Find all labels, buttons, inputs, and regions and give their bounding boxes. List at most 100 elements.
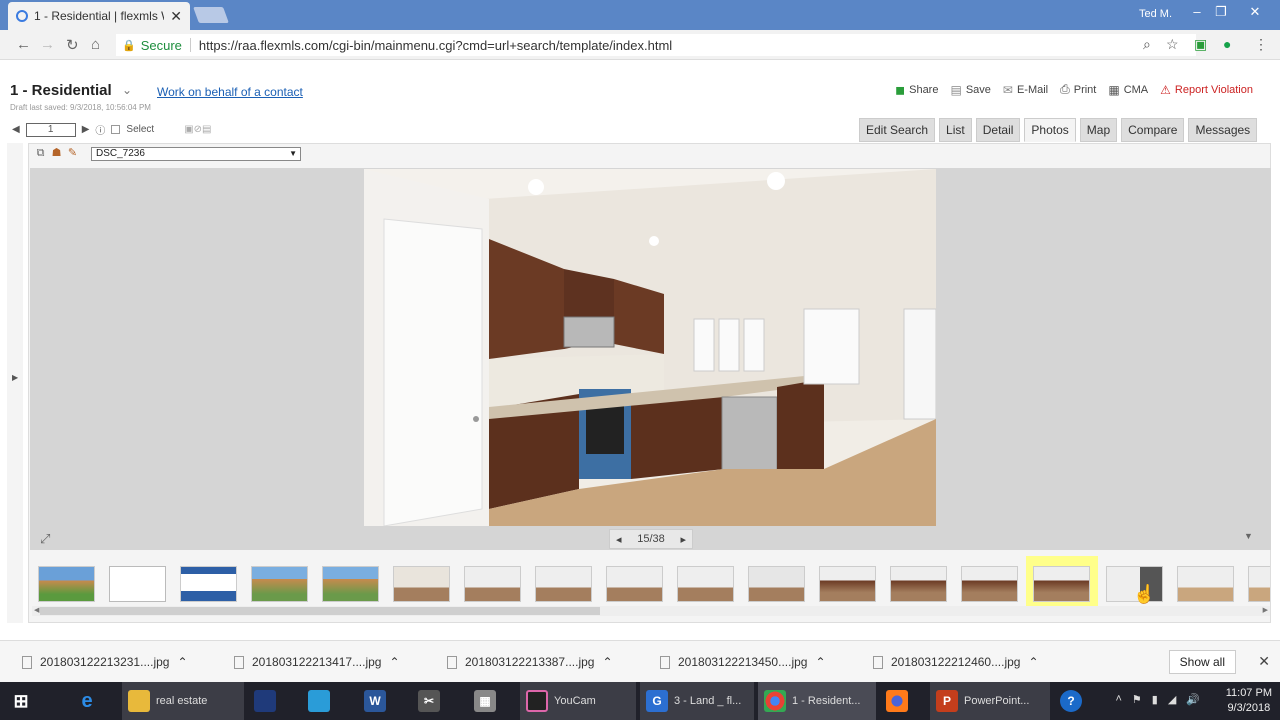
forward-icon[interactable]: → xyxy=(40,36,55,53)
download-item[interactable]: 201803122213450....jpg ⌃ xyxy=(660,655,826,669)
network-icon[interactable]: ▮ xyxy=(1152,693,1158,706)
start-button[interactable]: ⊞ xyxy=(4,682,38,720)
close-window-icon[interactable]: ✕ xyxy=(1244,4,1266,24)
thumbnail[interactable] xyxy=(38,566,95,602)
scroll-right-icon[interactable]: ▶ xyxy=(1263,606,1268,614)
restore-icon[interactable]: ❐ xyxy=(1210,4,1232,24)
taskbar-ie[interactable]: e xyxy=(70,682,104,720)
taskbar-app[interactable]: ✂ xyxy=(412,682,446,720)
back-icon[interactable]: ← xyxy=(16,36,31,53)
chevron-up-icon[interactable]: ⌃ xyxy=(602,655,612,669)
collapse-down-icon[interactable]: ▼ xyxy=(1244,531,1253,541)
show-all-button[interactable]: Show all xyxy=(1168,650,1236,674)
chevron-up-icon[interactable]: ⌃ xyxy=(815,655,825,669)
chevron-up-icon[interactable]: ⌃ xyxy=(177,655,187,669)
taskbar-real-estate[interactable]: real estate xyxy=(122,682,244,720)
tab-detail[interactable]: Detail xyxy=(975,118,1021,142)
prev-record-icon[interactable]: ◀ xyxy=(12,124,20,135)
tab-map[interactable]: Map xyxy=(1079,118,1118,142)
fullscreen-icon[interactable]: ⧉ xyxy=(34,147,47,160)
url-field[interactable]: 🔒 Secure https://raa.flexmls.com/cgi-bin… xyxy=(116,34,1196,56)
thumbnail-active[interactable] xyxy=(1033,566,1090,602)
prev-photo-icon[interactable]: ◂ xyxy=(616,533,622,546)
thumbnail[interactable] xyxy=(109,566,166,602)
collapse-strip[interactable]: ▶ xyxy=(7,143,23,623)
tab-edit-search[interactable]: Edit Search xyxy=(859,118,936,142)
edit-icon[interactable]: ✎ xyxy=(66,147,79,160)
thumbnail[interactable] xyxy=(677,566,734,602)
chevron-up-icon[interactable]: ⌃ xyxy=(389,655,399,669)
download-item[interactable]: 201803122213417....jpg ⌃ xyxy=(234,655,400,669)
download-item[interactable]: 201803122212460....jpg ⌃ xyxy=(873,655,1039,669)
tab-messages[interactable]: Messages xyxy=(1188,118,1258,142)
tab-compare[interactable]: Compare xyxy=(1121,118,1185,142)
menu-icon[interactable]: ⋮ xyxy=(1254,36,1268,53)
new-tab-button[interactable] xyxy=(193,7,229,23)
report-violation-button[interactable]: ⚠ Report Violation xyxy=(1160,82,1253,97)
expand-icon[interactable]: ⤢ xyxy=(40,531,50,547)
select-checkbox[interactable] xyxy=(111,125,121,134)
download-item[interactable]: 201803122213231....jpg ⌃ xyxy=(22,655,188,669)
home-icon[interactable]: ⌂ xyxy=(91,36,100,53)
email-button[interactable]: ✉ E-Mail xyxy=(1003,82,1048,97)
photo-select[interactable]: DSC_7236 ▼ xyxy=(91,147,301,161)
scroll-left-icon[interactable]: ◀ xyxy=(34,606,39,614)
thumbnail[interactable] xyxy=(961,566,1018,602)
taskbar-land[interactable]: G 3 - Land _ fl... xyxy=(640,682,754,720)
taskbar-app[interactable] xyxy=(302,682,336,720)
tab-photos[interactable]: Photos xyxy=(1024,118,1076,142)
close-tab-icon[interactable]: ✕ xyxy=(170,8,182,25)
reload-icon[interactable]: ↻ xyxy=(66,36,79,54)
taskbar-youcam[interactable]: YouCam xyxy=(520,682,636,720)
thumbnail[interactable] xyxy=(464,566,521,602)
taskbar-word[interactable]: W xyxy=(358,682,392,720)
save-button[interactable]: ▤ Save xyxy=(950,82,990,97)
thumbnail[interactable] xyxy=(606,566,663,602)
record-number-input[interactable]: 1 xyxy=(25,122,76,137)
thumbnail[interactable] xyxy=(393,566,450,602)
thumbnail[interactable] xyxy=(535,566,592,602)
thumbnail[interactable] xyxy=(322,566,379,602)
flag-icon[interactable]: ⚑ xyxy=(1132,693,1142,706)
extension-icon[interactable]: ▣ xyxy=(1194,36,1207,53)
info-icon[interactable]: ⓘ xyxy=(95,122,105,137)
close-downloads-icon[interactable]: ✕ xyxy=(1258,653,1270,670)
minimize-icon[interactable]: – xyxy=(1186,4,1208,24)
profile-name[interactable]: Ted M. xyxy=(1139,8,1172,20)
thumbnail[interactable] xyxy=(890,566,947,602)
zoom-icon[interactable]: ⌕ xyxy=(1143,36,1151,53)
thumbnail[interactable] xyxy=(819,566,876,602)
tab-list[interactable]: List xyxy=(939,118,972,142)
thumbnail[interactable] xyxy=(1248,566,1270,602)
tray-expand-icon[interactable]: ˄ xyxy=(1115,693,1121,706)
print-button[interactable]: ⎙ Print xyxy=(1060,82,1096,97)
chevron-down-icon[interactable]: ⌄ xyxy=(122,83,132,97)
person-icon[interactable]: ☗ xyxy=(50,147,63,160)
thumbnail[interactable] xyxy=(251,566,308,602)
next-record-icon[interactable]: ▶ xyxy=(82,124,90,135)
clock[interactable]: 11:07 PM 9/3/2018 xyxy=(1226,686,1272,716)
volume-icon[interactable]: 🔊 xyxy=(1186,693,1200,706)
next-photo-icon[interactable]: ▸ xyxy=(680,533,686,546)
thumbnail[interactable] xyxy=(748,566,805,602)
horizontal-scrollbar[interactable]: ◀ ▶ xyxy=(32,606,1270,616)
wifi-icon[interactable]: ◢ xyxy=(1168,693,1176,706)
work-on-behalf-link[interactable]: Work on behalf of a contact xyxy=(157,85,303,99)
scrollbar-thumb[interactable] xyxy=(40,607,600,615)
system-tray[interactable]: ˄ ⚑ ▮ ◢ 🔊 xyxy=(1115,693,1200,706)
grammarly-icon[interactable]: ● xyxy=(1223,36,1231,52)
thumbnail[interactable] xyxy=(1177,566,1234,602)
taskbar-powerpoint[interactable]: P PowerPoint... xyxy=(930,682,1050,720)
taskbar-residential[interactable]: 1 - Resident... xyxy=(758,682,876,720)
tool-icons[interactable]: ▣⊘▤ xyxy=(184,124,211,135)
taskbar-app[interactable] xyxy=(248,682,282,720)
thumbnail[interactable] xyxy=(180,566,237,602)
share-button[interactable]: ◼ Share xyxy=(895,82,938,97)
taskbar-firefox[interactable] xyxy=(880,682,914,720)
bookmark-star-icon[interactable]: ☆ xyxy=(1166,36,1179,53)
taskbar-calculator[interactable]: ▦ xyxy=(468,682,502,720)
chevron-up-icon[interactable]: ⌃ xyxy=(1028,655,1038,669)
browser-tab[interactable]: 1 - Residential | flexmls W ✕ xyxy=(8,2,190,30)
taskbar-help[interactable]: ? xyxy=(1054,682,1088,720)
cma-button[interactable]: ▦ CMA xyxy=(1108,82,1148,97)
